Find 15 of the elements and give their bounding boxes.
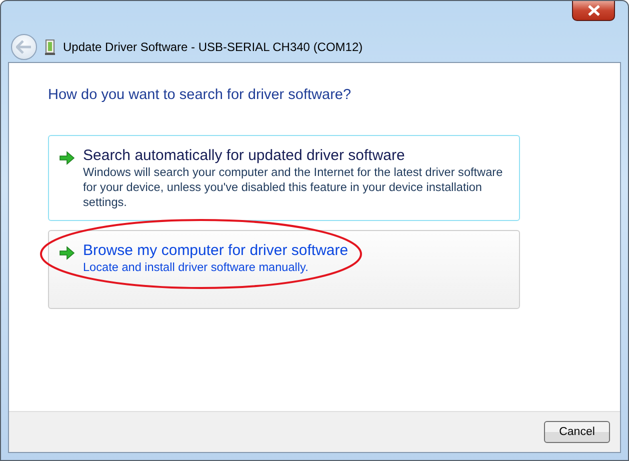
option-link[interactable]	[48, 135, 520, 221]
close-icon	[586, 5, 600, 16]
option-title: Browse my computer for driver software	[83, 242, 350, 259]
arrow-icon	[59, 246, 75, 260]
option-link[interactable]: Browse my computer for driver software Locate and install driver software manually.	[48, 230, 520, 309]
dialog-heading: How do you want to search for driver software?	[48, 87, 352, 103]
arrow-icon	[59, 151, 75, 165]
option-description: Windows will search your computer and the Internet for the latest driver software for your device, unless you've disabled this feature in your device installation settings.	[83, 165, 504, 210]
option-description: Locate and install driver software manually.	[83, 260, 310, 275]
cancel-button[interactable]: Cancel	[544, 421, 610, 443]
back-arrow-icon	[16, 40, 32, 54]
usb-device-icon	[45, 38, 55, 54]
option-title: Search automatically for updated driver software	[83, 147, 406, 164]
window-title: Update Driver Software - USB-SERIAL CH340 (COM12)	[63, 40, 363, 54]
close-button[interactable]	[572, 1, 615, 21]
